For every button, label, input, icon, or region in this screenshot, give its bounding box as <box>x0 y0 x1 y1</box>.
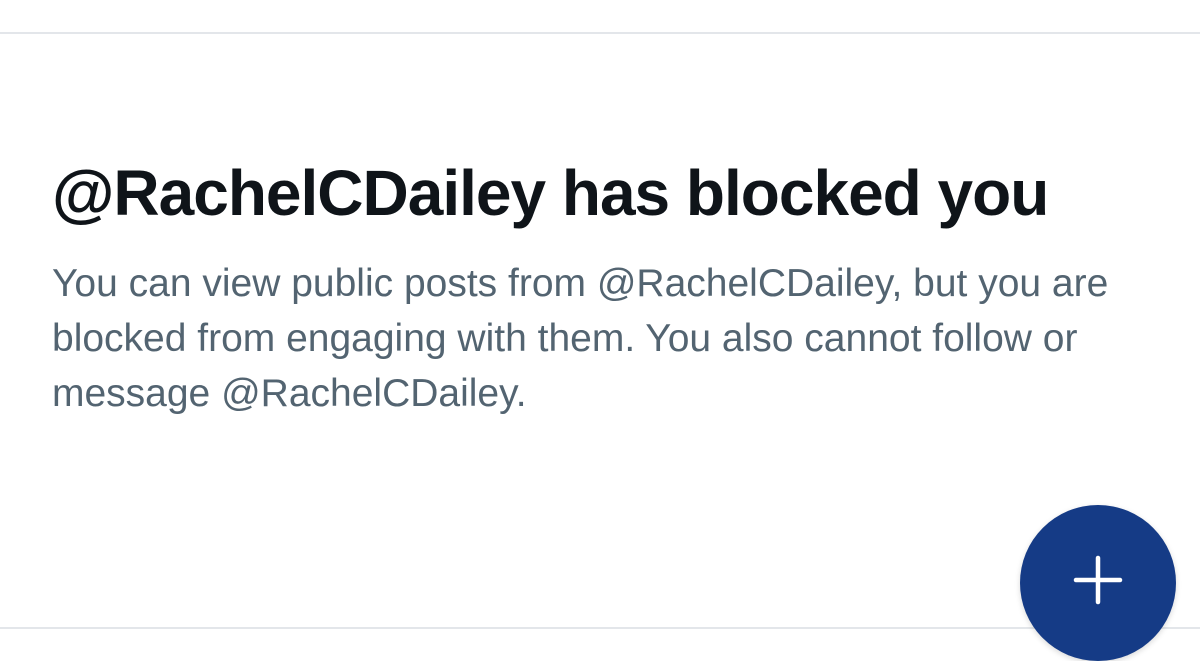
plus-icon <box>1073 555 1123 605</box>
blocked-description: You can view public posts from @RachelCD… <box>52 262 1109 415</box>
bottom-divider <box>0 627 1200 629</box>
blocked-notice: @RachelCDailey has blocked you You can v… <box>52 148 1132 421</box>
top-divider <box>0 32 1200 34</box>
blocked-title: @RachelCDailey has blocked you <box>52 157 1049 229</box>
compose-post-button[interactable] <box>1020 505 1176 661</box>
